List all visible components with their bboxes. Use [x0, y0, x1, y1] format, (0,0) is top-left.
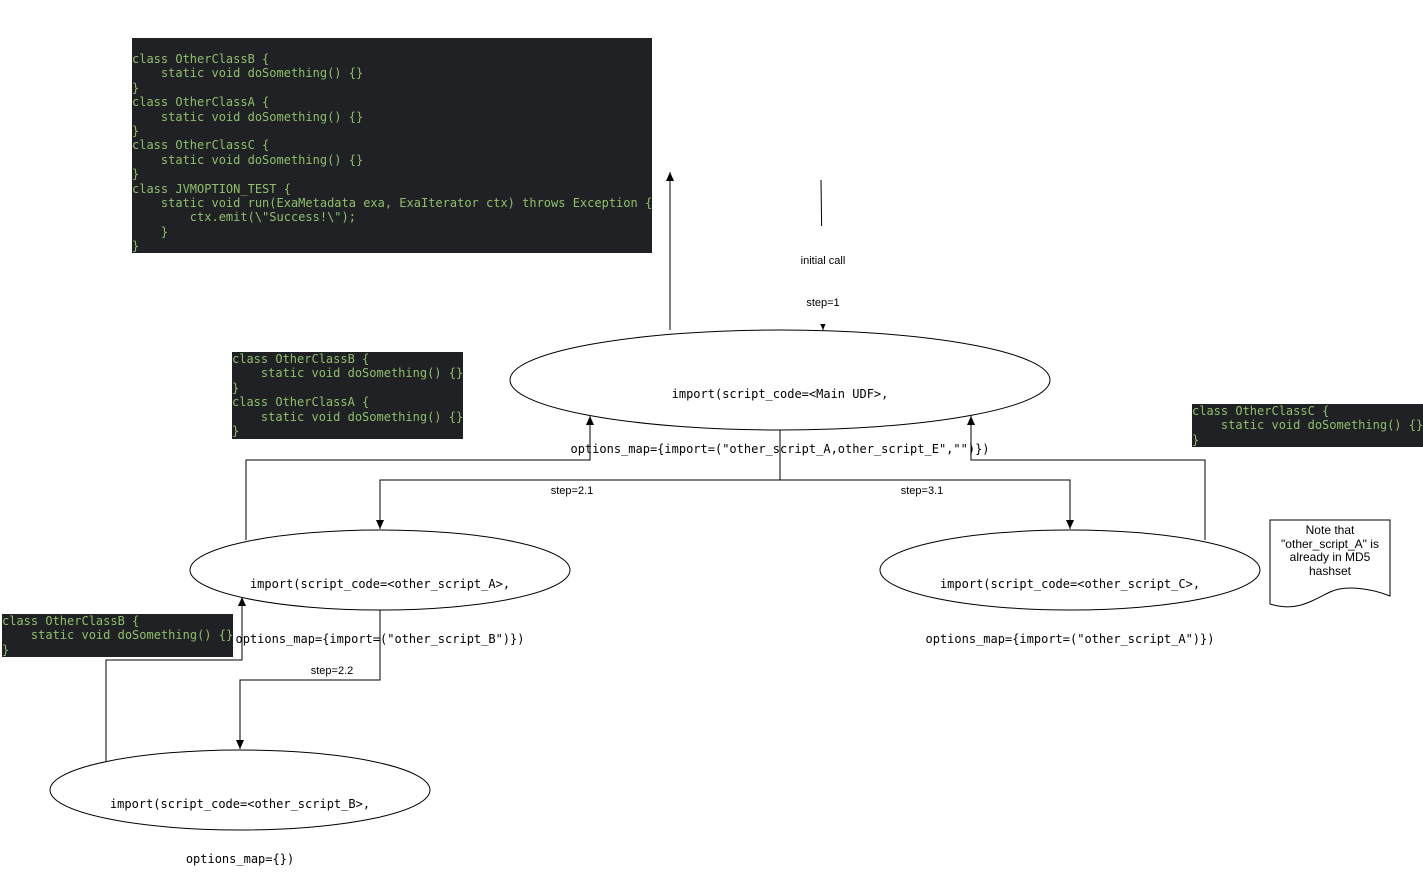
other-script-b-line2: options_map={})	[185, 852, 295, 866]
note-text: Note that "other_script_A" is already in…	[1281, 523, 1379, 578]
other-script-c-line1: import(script_code=<other_script_C>,	[939, 577, 1201, 591]
other-script-b-label: import(script_code=<other_script_B>, opt…	[50, 763, 430, 887]
main-udf-line2: options_map={import=("other_script_A,oth…	[570, 442, 990, 456]
step-1-text: step=1	[806, 297, 840, 309]
main-udf-label: import(script_code=<Main UDF>, options_m…	[510, 353, 1050, 477]
other-script-a-label: import(script_code=<other_script_A>, opt…	[190, 543, 570, 667]
code-block-top: class OtherClassB { static void doSometh…	[132, 38, 652, 253]
edge-label-initial-call: initial call step=1	[783, 226, 863, 324]
main-udf-line1: import(script_code=<Main UDF>,	[671, 387, 889, 401]
other-script-c-line2: options_map={import=("other_script_A")})	[925, 632, 1215, 646]
code-block-right: class OtherClassC { static void doSometh…	[1192, 404, 1423, 447]
code-block-middle: class OtherClassB { static void doSometh…	[232, 352, 463, 439]
edge-label-step-3-1: step=3.1	[900, 485, 944, 497]
other-script-a-line2: options_map={import=("other_script_B")})	[235, 632, 525, 646]
other-script-a-line1: import(script_code=<other_script_A>,	[249, 577, 511, 591]
edge-label-step-2-2: step=2.2	[310, 665, 354, 677]
other-script-c-label: import(script_code=<other_script_C>, opt…	[880, 543, 1260, 667]
initial-call-text: initial call	[800, 255, 846, 267]
edge-label-step-2-1: step=2.1	[550, 485, 594, 497]
other-script-b-line1: import(script_code=<other_script_B>,	[109, 797, 371, 811]
